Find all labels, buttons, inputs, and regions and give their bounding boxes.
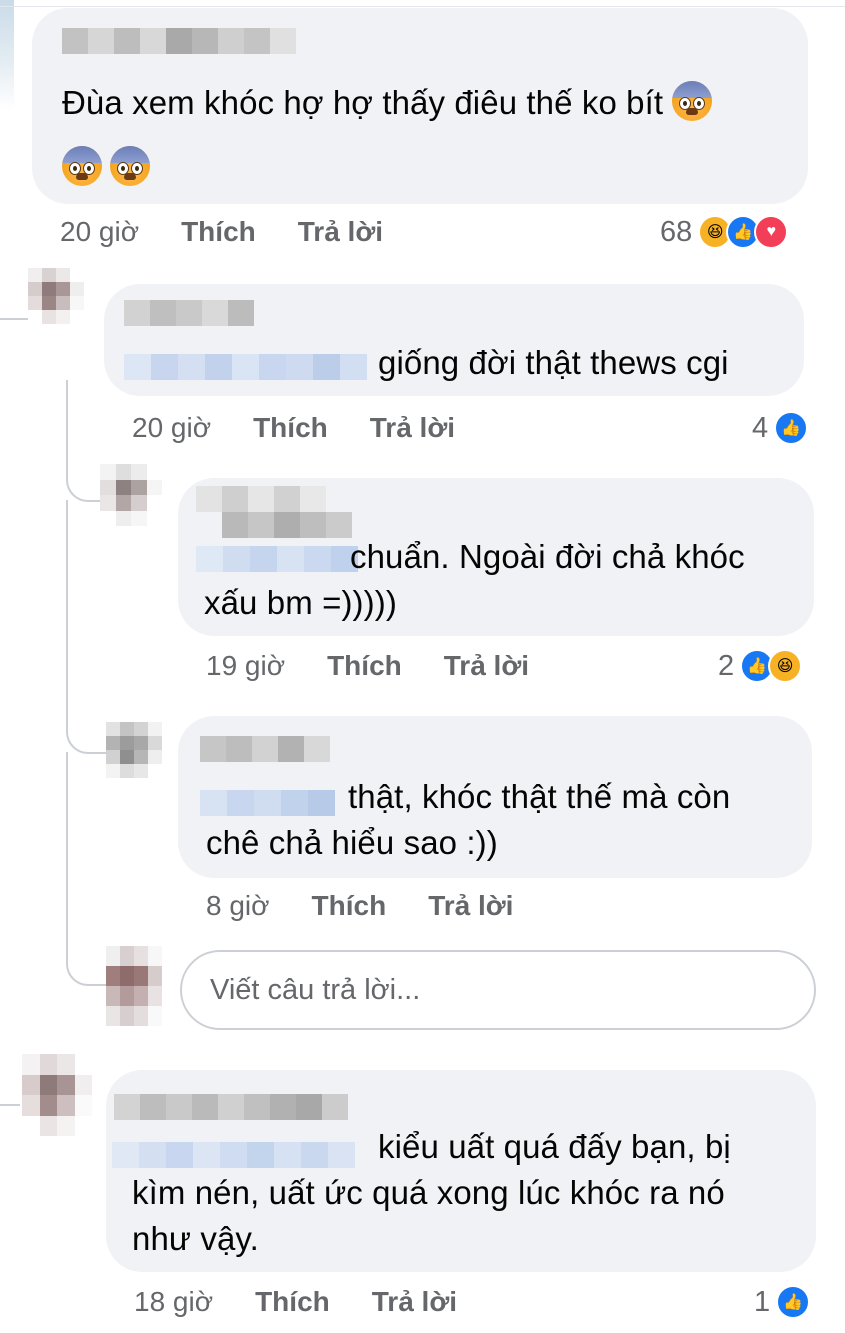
anxious-face-icon [62,146,102,186]
comment-text: chê chả hiểu sao :)) [206,824,498,861]
reaction-summary[interactable]: 68 😆 👍 ♥ [660,214,789,250]
tagged-name-blurred[interactable] [124,354,367,380]
background-blur [0,0,14,110]
avatar[interactable] [106,722,162,778]
reply-button[interactable]: Trả lời [428,890,513,922]
anxious-face-icon [672,81,713,121]
reaction-summary[interactable]: 4 👍 [752,410,809,446]
commenter-name-blurred[interactable] [196,486,326,512]
like-button[interactable]: Thích [253,412,328,444]
commenter-name-blurred[interactable] [62,28,296,54]
thread-line [0,1104,20,1106]
comment-text: giống đời thật thews cgi [378,344,729,381]
like-button[interactable]: Thích [327,650,402,682]
comment-text: kiểu uất quá đấy bạn, bị [378,1128,731,1165]
like-reaction-icon: 👍 [774,411,809,445]
love-reaction-icon: ♥ [754,215,789,249]
comment-text: thật, khóc thật thế mà còn [348,778,731,815]
comment-bubble: kiểu uất quá đấy bạn, bị kìm nén, uất ức… [106,1070,816,1272]
reaction-count: 1 [754,1285,771,1318]
comment-bubble: chuẩn. Ngoài đời chả khóc xấu bm =))))) [178,478,814,636]
reaction-summary[interactable]: 2 👍 😆 [718,648,803,684]
avatar[interactable] [100,464,162,526]
reaction-summary[interactable]: 1 👍 [754,1284,811,1320]
emoji-row [62,146,151,186]
comment-meta: 20 giờ Thích Trả lời [60,214,425,250]
comment-time[interactable]: 8 giờ [206,890,270,922]
tagged-name-blurred[interactable] [112,1142,355,1168]
comment-time[interactable]: 18 giờ [134,1286,213,1318]
reply-button[interactable]: Trả lời [298,216,383,248]
like-reaction-icon: 👍 [776,1285,811,1319]
like-button[interactable]: Thích [255,1286,330,1318]
commenter-name-blurred [222,512,352,538]
reaction-count: 68 [660,215,693,248]
like-button[interactable]: Thích [312,890,387,922]
comment-text: như vậy. [132,1220,259,1257]
reply-button[interactable]: Trả lời [444,650,529,682]
reaction-count: 2 [718,649,735,682]
comment-text: Đùa xem khóc hợ hợ thấy điêu thế ko bít [62,80,792,126]
comment-time[interactable]: 20 giờ [60,216,139,248]
comment-bubble: Đùa xem khóc hợ hợ thấy điêu thế ko bít [32,8,808,204]
reaction-count: 4 [752,411,769,444]
haha-reaction-icon: 😆 [768,649,803,683]
avatar[interactable] [28,268,84,324]
tagged-name-blurred[interactable] [200,790,335,816]
commenter-name-blurred[interactable] [114,1094,348,1120]
comment-time[interactable]: 19 giờ [206,650,285,682]
like-button[interactable]: Thích [181,216,256,248]
comment-time[interactable]: 20 giờ [132,412,211,444]
avatar[interactable] [22,1054,92,1136]
current-user-avatar [106,946,162,1026]
thread-line [66,500,108,754]
comment-text: chuẩn. Ngoài đời chả khóc [350,538,745,575]
thread-line [66,380,100,502]
comment-meta: 20 giờ Thích Trả lời [132,410,497,446]
comment-bubble: thật, khóc thật thế mà còn chê chả hiểu … [178,716,812,878]
tagged-name-blurred[interactable] [196,546,358,572]
commenter-name-blurred[interactable] [124,300,254,326]
thread-line [66,752,108,986]
comment-meta: 18 giờ Thích Trả lời [134,1284,499,1320]
commenter-name-blurred[interactable] [200,736,330,762]
reply-input[interactable] [208,972,814,1008]
reply-button[interactable]: Trả lời [370,412,455,444]
comment-meta: 19 giờ Thích Trả lời [206,648,571,684]
reply-button[interactable]: Trả lời [372,1286,457,1318]
anxious-face-icon [110,146,151,186]
comment-text: kìm nén, uất ức quá xong lúc khóc ra nó [132,1174,725,1211]
comment-bubble: giống đời thật thews cgi [104,284,804,396]
reply-input-box[interactable] [180,950,816,1030]
divider [0,6,845,7]
comment-text: xấu bm =))))) [204,584,397,621]
comment-meta: 8 giờ Thích Trả lời [206,888,555,924]
